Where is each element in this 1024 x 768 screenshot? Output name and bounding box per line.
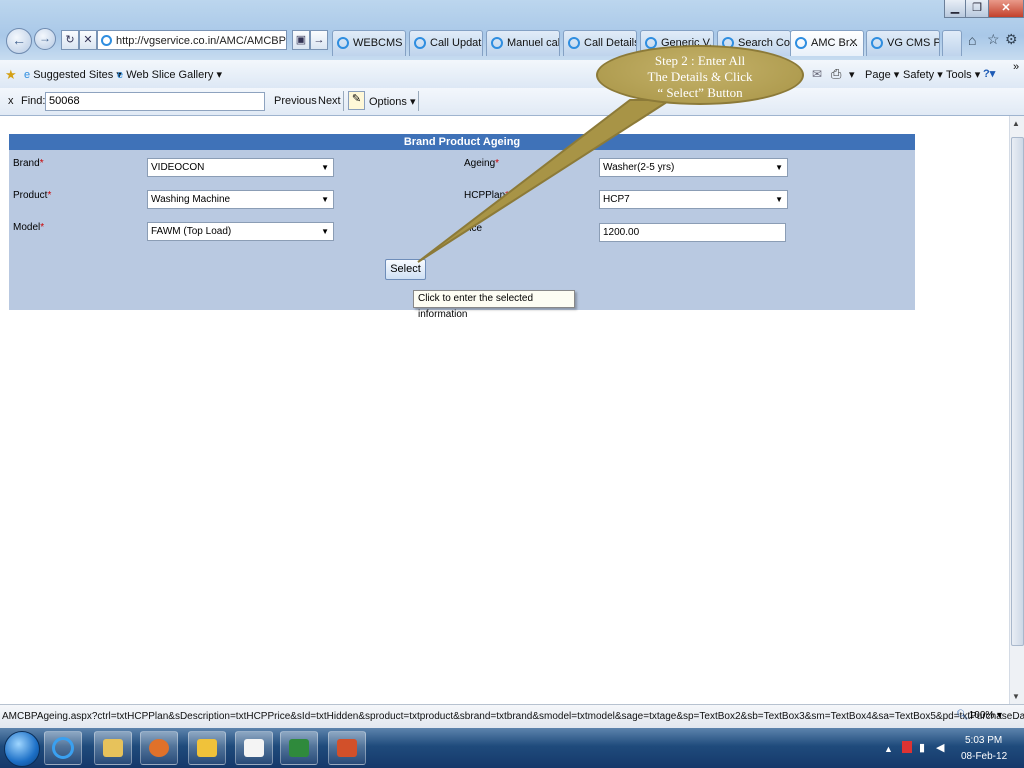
zoom-level[interactable]: 🔍︎100% ▾ [956,710,1002,721]
address-url: http://vgservice.co.in/AMC/AMCBP/ [116,35,287,47]
callout-line: Step 2 : Enter All [654,53,746,68]
action-center-flag-icon[interactable] [902,741,912,753]
read-mail-icon[interactable]: ✉ [812,67,822,81]
dropdown-arrow-icon: ▼ [321,163,329,172]
page-menu[interactable]: Page ▾ [865,68,899,81]
product-value: Washing Machine [151,194,231,205]
find-input[interactable]: 50068 [45,92,265,111]
suggested-sites-button[interactable]: e Suggested Sites ▾ [24,68,122,81]
help-icon[interactable]: ?▾ [983,67,995,80]
ie-tab-icon [871,37,883,49]
ie-tab-icon [491,37,503,49]
dropdown-arrow-icon: ▼ [321,195,329,204]
ie-tab-icon [795,37,807,49]
toolbar-overflow-chevron[interactable]: » [1013,61,1019,73]
media-player-taskbar-icon[interactable] [140,731,178,765]
callout-pointer [417,99,674,263]
tab-label: Call Updati... [430,37,482,49]
forward-arrow-icon[interactable]: → [34,28,56,50]
home-icon[interactable]: ⌂ [968,32,976,48]
ie-icon: e [117,69,124,81]
close-window-button[interactable]: ✕ [988,0,1024,18]
model-value: FAWM (Top Load) [151,226,232,237]
web-slice-gallery-label: Web Slice Gallery ▾ [126,69,222,81]
instruction-callout: Step 2 : Enter All The Details & Click “… [596,45,804,105]
brand-value: VIDEOCON [151,162,205,173]
go-arrow-icon[interactable]: → [310,30,328,50]
web-slice-gallery-button[interactable]: e Web Slice Gallery ▾ [117,68,222,81]
tab-label: VG CMS P... [887,37,940,49]
minimize-button[interactable]: ▁ [944,0,966,18]
scroll-up-arrow-icon[interactable]: ▲ [1012,119,1020,128]
callout-line: “ Select” Button [657,85,743,100]
tab-call-updation[interactable]: Call Updati... [409,30,483,56]
dropdown-arrow-icon: ▼ [775,163,783,172]
dropdown-arrow-icon: ▼ [775,195,783,204]
gear-icon[interactable]: ⚙ [1005,31,1018,48]
product-label: Product* [13,190,52,201]
back-arrow-icon[interactable]: ← [6,28,32,54]
tab-label: WEBCMS [353,37,403,49]
print-dropdown[interactable]: ▾ [849,68,855,81]
internet-explorer-taskbar-icon[interactable] [44,731,82,765]
ie-tab-icon [337,37,349,49]
find-previous-button[interactable]: Previous [274,95,317,107]
status-url: AMCBPAgeing.aspx?ctrl=txtHCPPlan&sDescri… [2,711,1024,722]
start-button-icon[interactable] [4,731,40,767]
favorites-star-icon[interactable]: ★ [5,67,17,83]
tab-label: Manuel call ... [507,37,560,49]
zoom-value: 100% ▾ [968,710,1003,721]
compatibility-view-icon[interactable]: ▣ [292,30,310,50]
find-label: Find: [21,95,46,107]
select-tooltip: Click to enter the selected information [413,290,575,320]
explorer-folder-taskbar-icon[interactable] [94,731,132,765]
safety-menu[interactable]: Safety ▾ [903,68,943,81]
callout-line: The Details & Click [647,69,753,84]
notepad-taskbar-icon[interactable] [235,731,273,765]
options-pencil-icon[interactable]: ✎ [348,91,365,110]
favorites-star-icon[interactable]: ☆ [987,31,1000,48]
suggested-sites-label: Suggested Sites ▾ [33,69,122,81]
scroll-down-arrow-icon[interactable]: ▼ [1012,692,1020,701]
new-tab-button[interactable] [942,30,962,56]
network-signal-icon[interactable]: ▮ [919,741,925,754]
magnifier-icon: 🔍︎ [956,710,969,721]
powerpoint-taskbar-icon[interactable] [328,731,366,765]
stop-icon[interactable]: ✕ [79,30,97,50]
scrollbar-thumb[interactable] [1011,137,1024,646]
find-next-button[interactable]: Next [318,95,341,107]
model-label: Model* [13,222,45,233]
product-select[interactable]: Washing Machine ▼ [147,190,334,209]
find-bar-divider [343,91,344,111]
tab-webcms[interactable]: WEBCMS [332,30,406,56]
tab-label: Call Details [584,37,637,49]
model-select[interactable]: FAWM (Top Load) ▼ [147,222,334,241]
show-hidden-icons-icon[interactable]: ▲ [884,744,893,754]
tab-vg-cms[interactable]: VG CMS P... [866,30,940,56]
restore-button[interactable]: ❐ [965,0,989,18]
brand-label: Brand* [13,158,44,169]
dropdown-arrow-icon: ▼ [321,227,329,236]
ie-page-icon [101,35,112,46]
outlook-taskbar-icon[interactable] [188,731,226,765]
excel-taskbar-icon[interactable] [280,731,318,765]
refresh-icon[interactable]: ↻ [61,30,79,50]
ie-icon: e [24,69,31,81]
clock-time[interactable]: 5:03 PM [965,735,1002,746]
ie-tab-icon [414,37,426,49]
brand-select[interactable]: VIDEOCON ▼ [147,158,334,177]
tab-manuel-call[interactable]: Manuel call ... [486,30,560,56]
close-find-bar-icon[interactable]: x [8,95,14,107]
address-bar[interactable]: http://vgservice.co.in/AMC/AMCBP/ [97,30,287,50]
clock-date[interactable]: 08-Feb-12 [961,751,1007,762]
tools-menu[interactable]: Tools ▾ [946,68,980,81]
volume-icon[interactable]: ◀ [936,741,944,754]
close-tab-icon[interactable]: ✕ [849,31,858,55]
print-icon[interactable]: ⎙ [831,66,841,82]
ie-tab-icon [568,37,580,49]
